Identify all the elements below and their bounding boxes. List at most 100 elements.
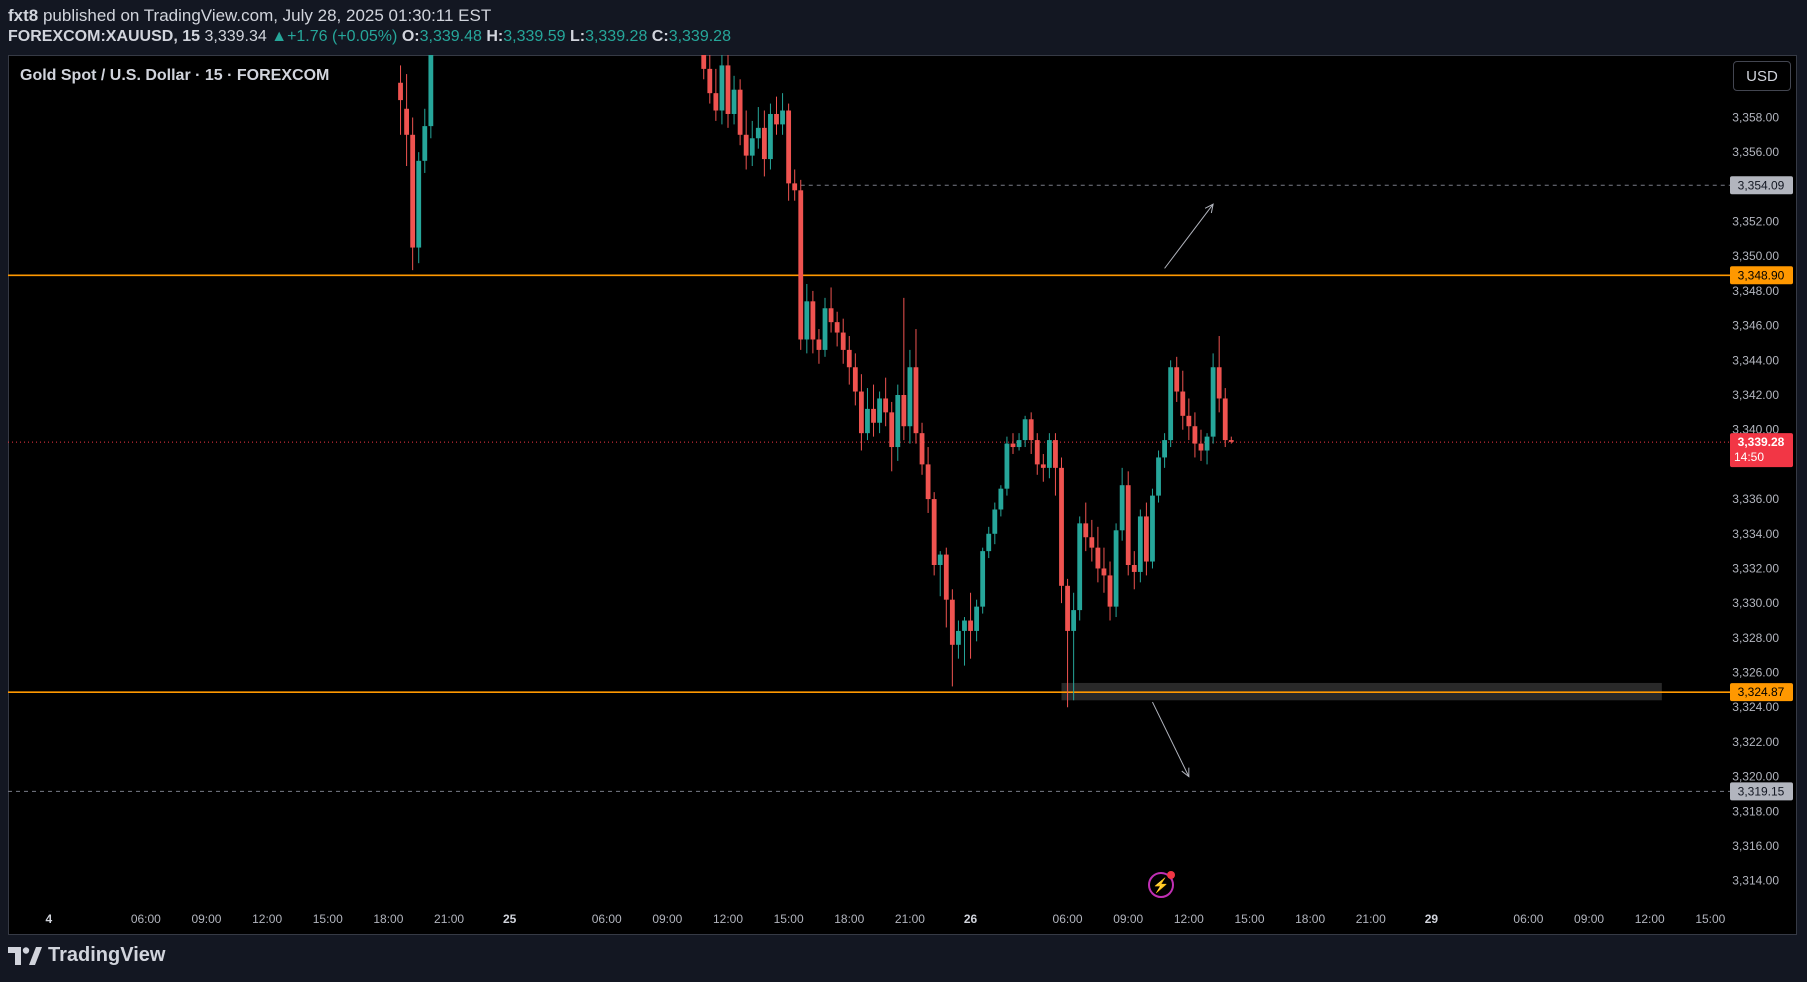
candle (834, 311, 840, 347)
candle (774, 96, 779, 135)
low-label: L: (569, 28, 586, 45)
candle-body (974, 606, 980, 631)
publish-byline: fxt8 published on TradingView.com, July … (8, 6, 491, 26)
y-tick-label: 3,314.00 (1732, 874, 1779, 888)
candle-body (780, 110, 785, 125)
candle-body (925, 464, 931, 500)
y-tick-label: 3,334.00 (1732, 527, 1779, 541)
last-price-tag: 3,339.28 (1738, 435, 1785, 449)
lightning-icon[interactable]: ⚡ (1148, 871, 1175, 898)
candle (1174, 356, 1180, 402)
candle-body (416, 160, 422, 248)
candle-body (1186, 415, 1192, 427)
candle-body (1107, 575, 1113, 607)
candle (804, 283, 810, 354)
price-chart[interactable]: 3,314.00 3,316.00 3,318.00 3,320.00 3,322.00… (8, 55, 1797, 935)
candle (792, 169, 798, 201)
candle (992, 502, 998, 545)
candle-body (840, 332, 846, 350)
y-tick-label: 3,318.00 (1732, 804, 1779, 818)
candle (786, 103, 792, 201)
candle-body (768, 113, 773, 160)
candle (743, 110, 749, 170)
candle (1137, 509, 1143, 583)
x-tick-label: 09:00 (1113, 912, 1143, 926)
y-tick-label: 3,316.00 (1732, 839, 1779, 853)
candle (974, 599, 980, 642)
candle (1192, 412, 1198, 458)
candle-body (919, 433, 925, 465)
candle-body (1022, 419, 1028, 441)
candle-body (804, 301, 810, 340)
projection-arrow (1152, 701, 1190, 777)
y-tick-label: 3,328.00 (1732, 631, 1779, 645)
candle (816, 329, 822, 364)
level-price-tag: 3,348.90 (1738, 268, 1785, 282)
candle (1210, 353, 1216, 444)
candle-body (852, 367, 858, 392)
candle-body (1034, 440, 1040, 465)
candle (925, 447, 931, 513)
chart-header: fxt8 published on TradingView.com, July … (0, 0, 1807, 56)
tv-logo-icon (8, 946, 42, 965)
y-tick-label: 3,326.00 (1732, 666, 1779, 680)
candle (943, 547, 949, 628)
candle (1010, 433, 1016, 454)
candle (719, 55, 725, 125)
candle-body (810, 301, 816, 340)
y-tick-label: 3,330.00 (1732, 596, 1779, 610)
candle (968, 592, 973, 659)
candle-body (901, 395, 907, 427)
candle-body (1004, 443, 1010, 489)
x-tick-label: 21:00 (1356, 912, 1386, 926)
candle (1156, 450, 1161, 503)
candle (1180, 370, 1186, 430)
candle (998, 485, 1004, 517)
candle (931, 492, 937, 576)
candle (1077, 516, 1083, 621)
candle-body (707, 68, 713, 94)
candle (840, 318, 846, 364)
tradingview-logo[interactable]: TradingView (8, 944, 165, 967)
candle-body (1053, 440, 1058, 468)
candle (1216, 336, 1222, 413)
candle (404, 74, 409, 167)
candle-body (883, 398, 889, 413)
candle (1144, 502, 1149, 576)
x-tick-label: 4 (45, 912, 52, 926)
candle (1113, 523, 1119, 618)
candle (707, 55, 713, 104)
candle (877, 391, 882, 434)
candle-body (1162, 440, 1167, 458)
candle (1040, 453, 1046, 482)
x-tick-label: 09:00 (191, 912, 221, 926)
candle-body (968, 620, 973, 631)
candle-body (1228, 440, 1234, 442)
candle (1119, 467, 1125, 541)
x-tick-label: 15:00 (774, 912, 804, 926)
y-tick-label: 3,344.00 (1732, 353, 1779, 367)
candle-body (755, 127, 761, 139)
candle-body (949, 599, 955, 645)
x-tick-label: 12:00 (1635, 912, 1665, 926)
candle (1168, 360, 1174, 448)
candle-body (931, 499, 937, 565)
candle-body (1040, 464, 1046, 468)
candle-body (1077, 523, 1083, 611)
candle-body (943, 554, 949, 600)
candle-body (1028, 419, 1034, 441)
candle-body (834, 322, 840, 333)
candle (871, 384, 876, 437)
candle-body (1119, 485, 1125, 531)
x-tick-label: 18:00 (373, 912, 403, 926)
candle-body (858, 391, 864, 434)
currency-button[interactable]: USD (1733, 61, 1791, 91)
candle-body (877, 398, 882, 423)
candle (755, 107, 761, 149)
candle-body (725, 65, 731, 114)
candle (1131, 551, 1137, 590)
level-price-tag: 3,354.09 (1738, 178, 1785, 192)
candle (913, 329, 919, 444)
candle (1162, 433, 1167, 468)
author-name[interactable]: fxt8 (8, 6, 38, 25)
